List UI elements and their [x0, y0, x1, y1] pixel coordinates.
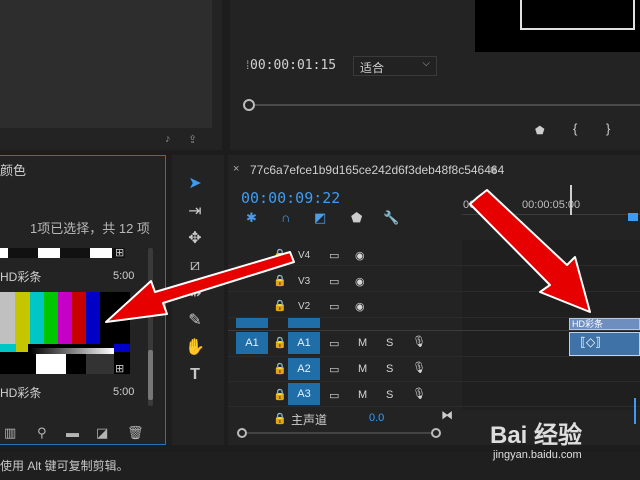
sync-lock-icon[interactable]: ▭ [329, 389, 339, 402]
watermark-url: jingyan.baidu.com [493, 449, 582, 461]
target-a1[interactable]: A1 [288, 332, 320, 354]
sync-lock-icon[interactable]: ▭ [329, 275, 339, 288]
eye-icon[interactable]: ◉ [355, 275, 365, 288]
eye-icon[interactable]: ◉ [355, 249, 365, 262]
menu-icon[interactable]: ≡ [490, 163, 497, 177]
playhead[interactable] [570, 185, 572, 215]
project-scrollbar-thumb[interactable] [148, 350, 153, 400]
project-panel-title[interactable]: 颜色 [0, 160, 26, 179]
export-frame-icon[interactable]: ⇪ [188, 133, 197, 146]
program-scrub-bar[interactable] [245, 104, 640, 106]
search-icon[interactable]: ⚲ [37, 425, 47, 441]
type-tool-icon[interactable]: T [185, 365, 205, 385]
zoom-fit-select[interactable]: 适合 ⌵ [353, 56, 437, 76]
microphone-icon[interactable]: 🎙 [412, 387, 426, 400]
icon-view-icon[interactable]: ▥ [4, 425, 16, 441]
solo-button[interactable]: S [386, 389, 393, 401]
slip-tool-icon[interactable]: ⇹ [185, 284, 205, 304]
target-a2[interactable]: A2 [288, 358, 320, 380]
clip-label[interactable]: HD彩条 [0, 268, 41, 285]
zoom-fit-value: 适合 [360, 61, 385, 75]
clip-thumbnail-bars[interactable] [0, 292, 130, 374]
track-name: V4 [298, 250, 311, 261]
new-item-icon[interactable]: ◪ [96, 425, 108, 441]
source-patch-v1[interactable] [236, 318, 268, 328]
source-preview [0, 0, 212, 128]
program-timecode[interactable]: 00:00:01:15 [250, 58, 336, 73]
selection-count: 1项已选择，共 12 项 [30, 221, 150, 236]
timeline-scroll-end[interactable] [431, 428, 441, 438]
target-v1[interactable] [288, 318, 320, 328]
source-patch-a1[interactable]: A1 [236, 332, 268, 354]
video-clip[interactable]: HD彩条 [569, 318, 640, 330]
selection-tool-icon[interactable]: ➤ [185, 174, 205, 194]
status-text: 使用 Alt 键可复制剪辑。 [0, 459, 129, 473]
watermark-logo: Bai 经验 [490, 422, 583, 449]
sync-lock-icon[interactable]: ▭ [329, 363, 339, 376]
master-track-label: 主声道 [291, 413, 328, 427]
lock-icon[interactable]: 🔒 [273, 248, 287, 261]
audio-drag-icon[interactable]: ♪ [165, 133, 171, 145]
source-monitor-panel: ♪ ⇪ [0, 0, 222, 150]
sync-lock-icon[interactable]: ▭ [329, 300, 339, 313]
link-cursor-icon: ⟦◇⟧ [580, 335, 602, 349]
clip-type-icon: ⊞ [115, 247, 125, 259]
ripple-edit-tool-icon[interactable]: ✥ [185, 229, 205, 249]
microphone-icon[interactable]: 🎙 [412, 335, 426, 348]
time-ruler[interactable] [462, 214, 640, 215]
mark-out-icon[interactable]: } [606, 121, 610, 136]
ruler-label: 00:00 [463, 199, 491, 211]
eye-icon[interactable]: ◉ [355, 300, 365, 313]
sync-lock-icon[interactable]: ▭ [329, 249, 339, 262]
sync-lock-icon[interactable]: ▭ [329, 337, 339, 350]
playhead-marker[interactable] [628, 213, 638, 221]
track-name: V3 [298, 276, 311, 287]
lock-icon[interactable]: 🔒 [273, 274, 287, 287]
mark-in-icon[interactable]: { [573, 121, 577, 136]
solo-button[interactable]: S [386, 363, 393, 375]
snap-icon[interactable]: ∩ [281, 210, 290, 225]
goto-in-out-icon[interactable]: ⧓ [441, 408, 453, 422]
lock-icon[interactable]: 🔒 [273, 299, 287, 312]
track-name: V2 [298, 301, 311, 312]
program-scrub-head[interactable] [243, 99, 255, 111]
new-bin-icon[interactable]: ▬ [66, 425, 79, 440]
add-marker-icon[interactable]: ⬟ [535, 124, 545, 137]
pen-tool-icon[interactable]: ✎ [185, 311, 205, 331]
clip-label[interactable]: HD彩条 [0, 384, 41, 401]
timecode-marker-icon: ⁞ [246, 58, 250, 72]
sequence-tab[interactable]: 77c6a7efce1b9d165ce242d6f3deb48f8c546464 [250, 163, 508, 177]
wrench-icon[interactable]: 🔧 [383, 210, 399, 226]
lock-icon[interactable]: 🔒 [273, 362, 287, 375]
clip-duration: 5:00 [113, 270, 135, 282]
lock-icon[interactable]: 🔒 [273, 388, 287, 401]
target-a3[interactable]: A3 [288, 383, 320, 405]
linked-selection-icon[interactable]: ◩ [314, 210, 326, 226]
mute-button[interactable]: M [358, 337, 367, 349]
clip-duration: 5:00 [113, 386, 135, 398]
clip-edge [634, 398, 636, 424]
nest-icon[interactable]: ✱ [246, 210, 257, 226]
audio-clip[interactable]: ⟦◇⟧ [569, 332, 640, 356]
track-select-tool-icon[interactable]: ⇥ [185, 202, 205, 222]
solo-button[interactable]: S [386, 337, 393, 349]
timeline-scroll-start[interactable] [237, 428, 247, 438]
close-icon[interactable]: × [233, 163, 239, 175]
program-video-frame [475, 0, 640, 52]
lock-icon[interactable]: 🔒 [273, 336, 287, 349]
trash-icon[interactable]: 🗑 [127, 425, 144, 441]
clip-type-icon: ⊞ [115, 363, 125, 375]
timeline-timecode[interactable]: 00:00:09:22 [241, 189, 340, 207]
chevron-down-icon: ⌵ [422, 58, 430, 69]
mute-button[interactable]: M [358, 363, 367, 375]
add-marker-icon[interactable]: ⬟ [351, 210, 362, 226]
lock-icon[interactable]: 🔒 [273, 412, 287, 425]
master-volume-value[interactable]: 0.0 [369, 412, 384, 424]
razor-tool-icon[interactable]: ⧄ [185, 256, 205, 276]
timeline-scrollbar[interactable] [243, 432, 438, 434]
clip-thumbnail-top[interactable] [0, 248, 125, 258]
hand-tool-icon[interactable]: ✋ [185, 338, 205, 358]
microphone-icon[interactable]: 🎙 [412, 361, 426, 374]
mute-button[interactable]: M [358, 389, 367, 401]
